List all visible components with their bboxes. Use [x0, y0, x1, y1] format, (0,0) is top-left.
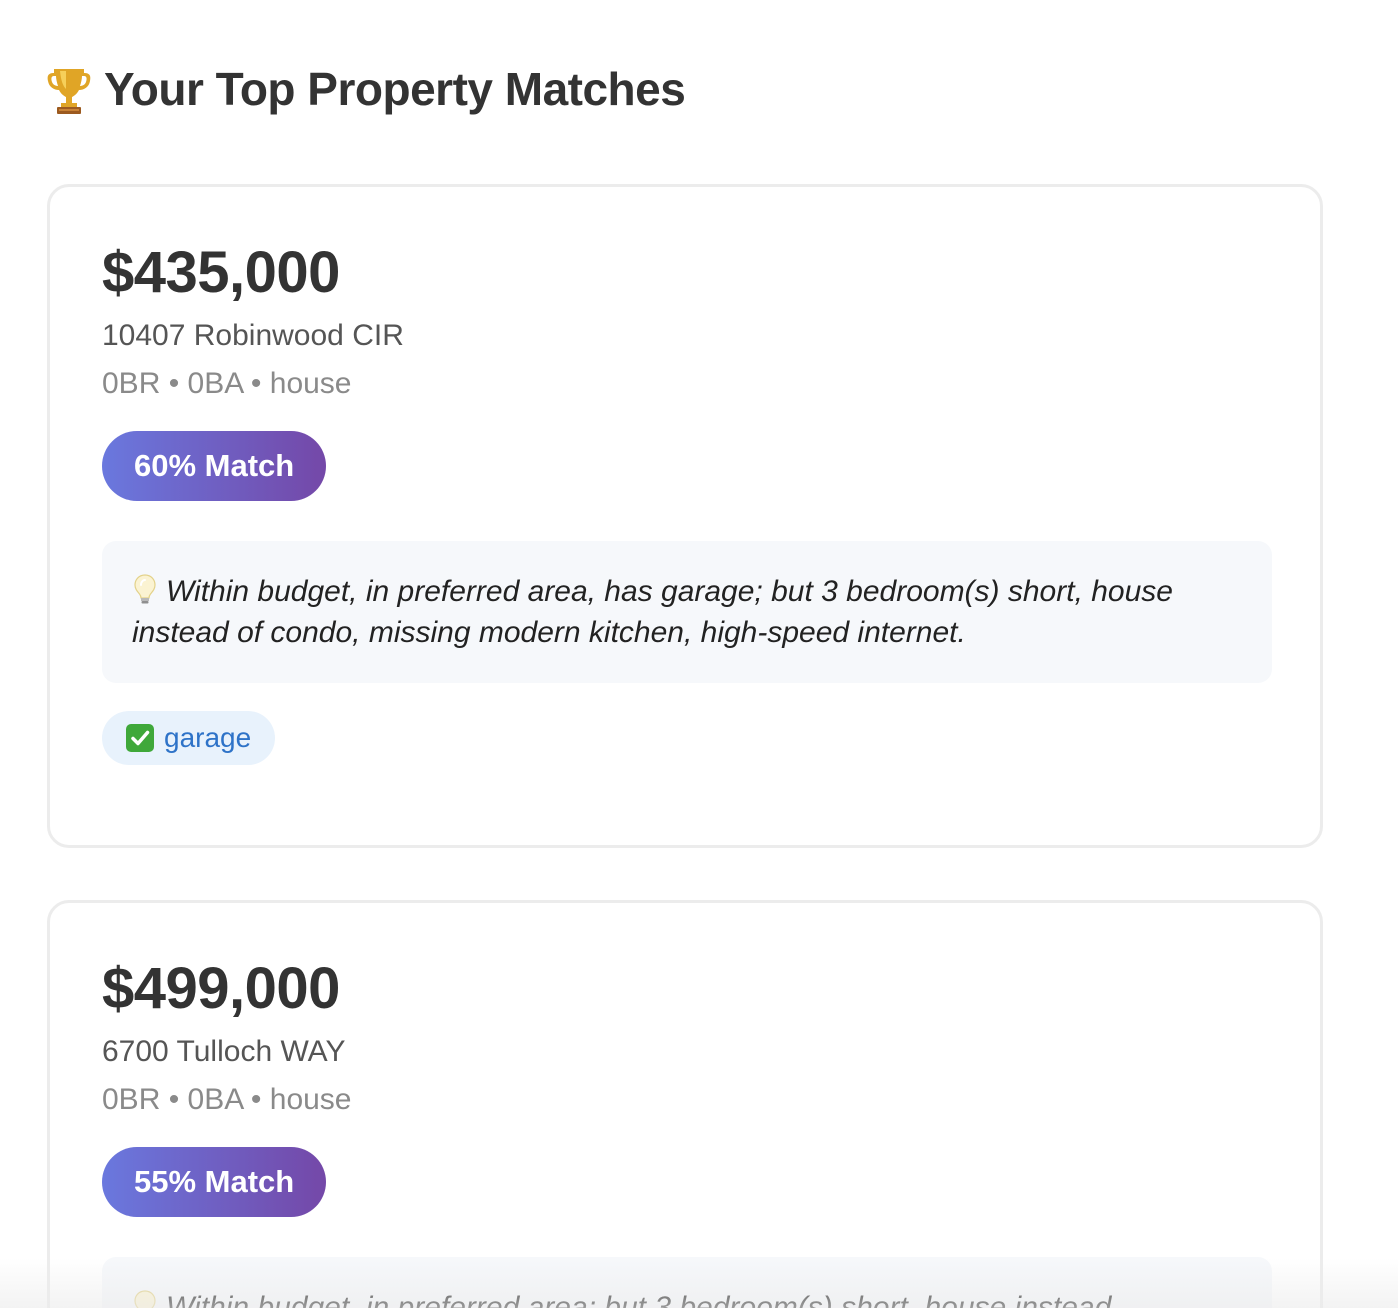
page-title-text: Your Top Property Matches — [104, 63, 686, 115]
property-address: 10407 Robinwood CIR — [102, 319, 404, 352]
match-reason: Within budget, in preferred area, has ga… — [102, 541, 1272, 683]
match-reason-text: Within budget, in preferred area; but 3 … — [166, 1291, 1112, 1308]
property-price: $499,000 — [102, 956, 340, 1021]
lightbulb-icon — [132, 1289, 158, 1308]
page: Your Top Property Matches $435,000 10407… — [0, 0, 1398, 1308]
match-badge: 60% Match — [102, 431, 327, 501]
match-reason-text: Within budget, in preferred area, has ga… — [132, 575, 1173, 649]
match-reason: Within budget, in preferred area; but 3 … — [102, 1257, 1272, 1308]
property-address: 6700 Tulloch WAY — [102, 1035, 346, 1068]
property-price: $435,000 — [102, 240, 340, 305]
feature-chip-garage: garage — [102, 711, 276, 765]
trophy-icon — [46, 63, 92, 115]
property-card[interactable]: $435,000 10407 Robinwood CIR 0BR • 0BA •… — [47, 184, 1323, 848]
check-mark-icon — [126, 724, 154, 752]
feature-chip-label: garage — [164, 722, 252, 753]
property-card[interactable]: $499,000 6700 Tulloch WAY 0BR • 0BA • ho… — [47, 900, 1323, 1308]
lightbulb-icon — [132, 573, 158, 605]
page-title: Your Top Property Matches — [46, 62, 686, 116]
property-meta: 0BR • 0BA • house — [102, 367, 352, 400]
property-meta: 0BR • 0BA • house — [102, 1083, 352, 1116]
match-badge: 55% Match — [102, 1147, 327, 1217]
